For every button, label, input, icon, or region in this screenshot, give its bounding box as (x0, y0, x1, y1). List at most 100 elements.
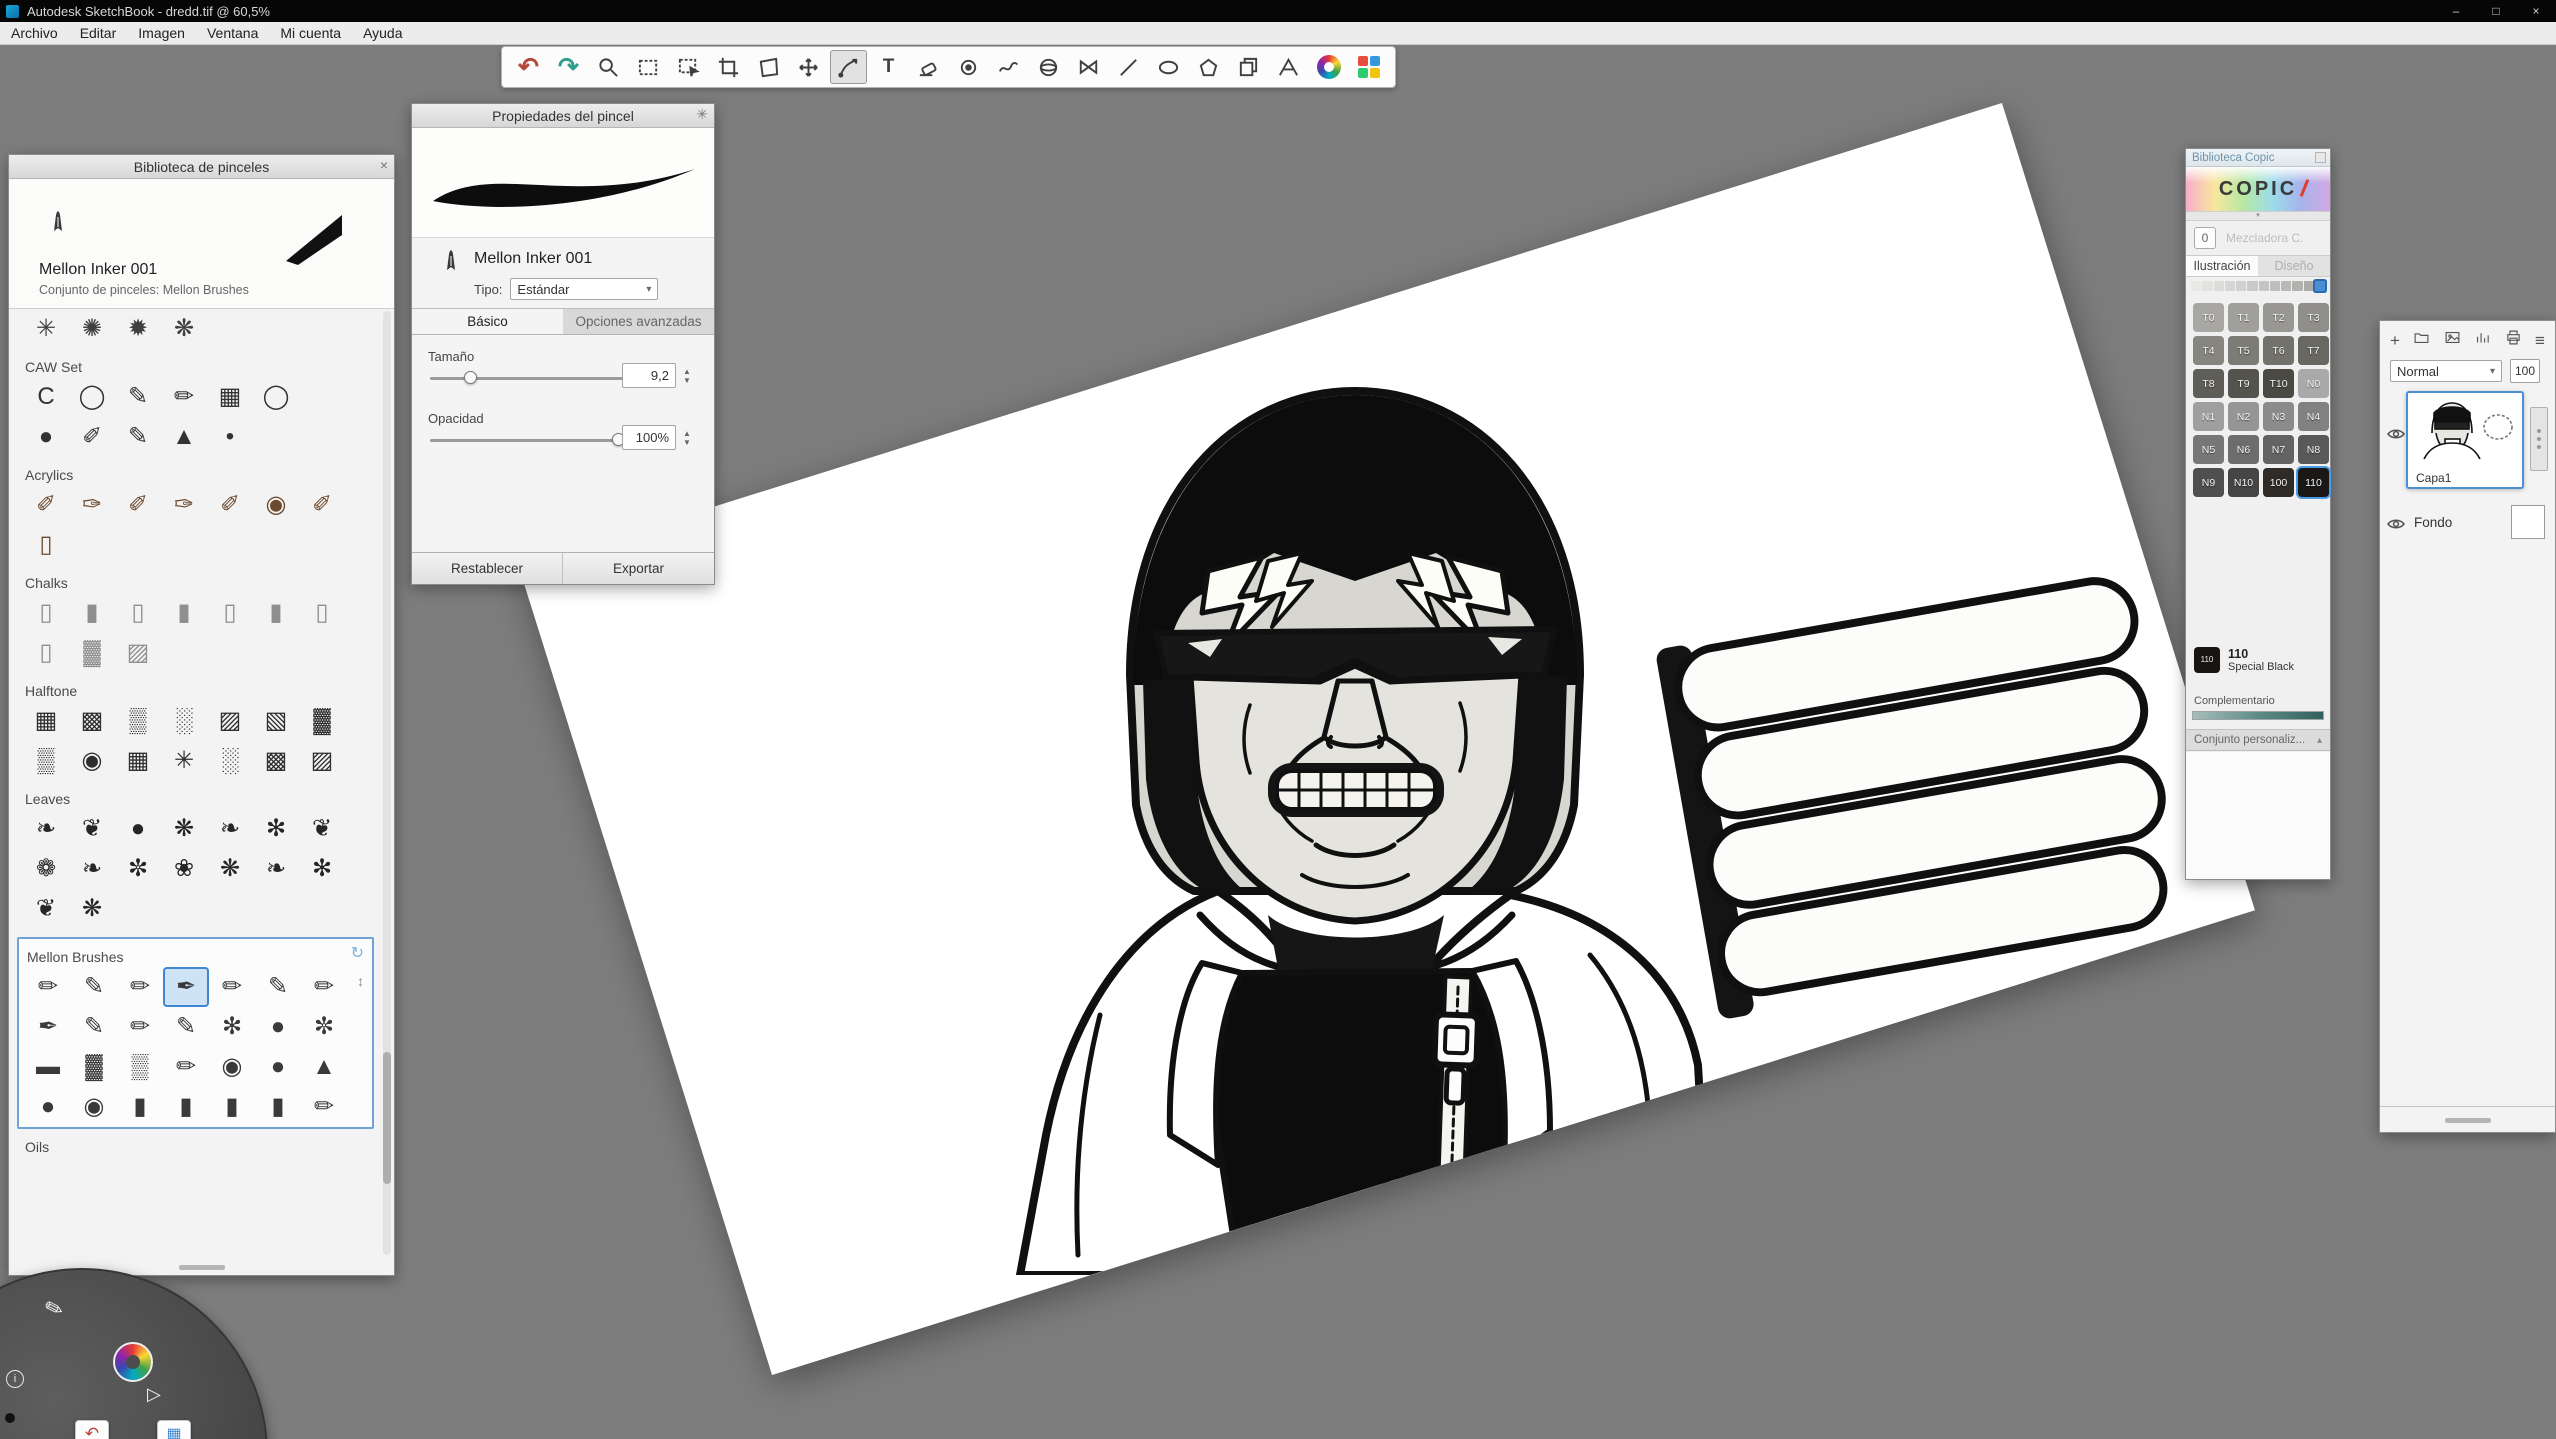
copic-swatch[interactable]: N1 (2193, 402, 2224, 431)
copic-swatch[interactable]: T1 (2228, 303, 2259, 332)
brush-icon[interactable]: ░ (161, 701, 207, 741)
menu-ventana[interactable]: Ventana (196, 22, 269, 44)
menu-mi-cuenta[interactable]: Mi cuenta (269, 22, 352, 44)
brush-icon[interactable]: ▮ (161, 593, 207, 633)
mini-swatch[interactable] (2247, 281, 2257, 291)
brush-icon[interactable]: ◉ (253, 485, 299, 525)
brush-icon[interactable]: ✑ (69, 485, 115, 525)
brush-icon[interactable]: ❦ (23, 889, 69, 929)
size-slider[interactable] (430, 377, 630, 380)
brush-icon[interactable]: ◯ (253, 377, 299, 417)
undo-icon[interactable]: ↶ (510, 50, 547, 84)
brush-icon[interactable]: ▓ (299, 701, 345, 741)
tab-basico[interactable]: Básico (412, 309, 563, 334)
info-icon[interactable]: i (6, 1370, 24, 1388)
mini-swatch[interactable] (2259, 281, 2269, 291)
copic-swatch[interactable]: N3 (2263, 402, 2294, 431)
brush-icon[interactable]: ❧ (23, 809, 69, 849)
custom-set-header[interactable]: Conjunto personaliz... ▴ (2186, 729, 2330, 751)
brush-icon[interactable]: ✐ (69, 417, 115, 457)
mixer-swatch[interactable]: 0 (2194, 227, 2216, 249)
copic-swatch[interactable]: N9 (2193, 468, 2224, 497)
brush-icon[interactable]: ✹ (115, 309, 161, 349)
mini-swatch[interactable] (2191, 281, 2201, 291)
layer-row-capa1[interactable]: Capa1 (2380, 391, 2555, 501)
copic-swatches-icon[interactable] (1350, 50, 1387, 84)
brush-icon[interactable]: ✏ (301, 1087, 347, 1127)
menu-archivo[interactable]: Archivo (0, 22, 69, 44)
mini-swatch[interactable] (2236, 281, 2246, 291)
layer-thumbnail-capa1[interactable]: Capa1 (2406, 391, 2524, 489)
undo-button[interactable]: ↶ (75, 1420, 109, 1439)
brush-icon[interactable]: ✑ (161, 485, 207, 525)
opacity-slider[interactable] (430, 439, 630, 442)
layer-options-handle[interactable] (2530, 407, 2548, 471)
panel-resize-handle[interactable] (2445, 1118, 2491, 1123)
brush-icon[interactable]: ✏ (163, 1047, 209, 1087)
mini-swatch[interactable] (2214, 281, 2224, 291)
brush-icon[interactable]: ❋ (207, 849, 253, 889)
brush-icon[interactable]: ▦ (23, 701, 69, 741)
brush-icon[interactable]: ▨ (299, 741, 345, 781)
brush-icon[interactable]: ▯ (115, 593, 161, 633)
brush-icon[interactable]: ✎ (41, 1294, 67, 1324)
maximize-button[interactable]: □ (2476, 0, 2516, 22)
brush-icon[interactable]: ▒ (117, 1047, 163, 1087)
distort-icon[interactable] (750, 50, 787, 84)
settings-icon[interactable]: ✳ (696, 106, 708, 123)
copic-swatch[interactable]: N10 (2228, 468, 2259, 497)
brush-icon[interactable]: ● (23, 417, 69, 457)
copic-swatch[interactable]: T3 (2298, 303, 2329, 332)
brush-icon[interactable]: ▦ (115, 741, 161, 781)
brush-icon[interactable]: ▓ (71, 1047, 117, 1087)
mini-swatch[interactable] (2292, 281, 2302, 291)
drawing-canvas[interactable] (519, 103, 2255, 1375)
ellipse-tool-icon[interactable] (1150, 50, 1187, 84)
tab-opciones-avanzadas[interactable]: Opciones avanzadas (563, 309, 714, 334)
copic-swatch[interactable]: T6 (2263, 336, 2294, 365)
brush-icon[interactable]: ▬ (25, 1047, 71, 1087)
brush-icon[interactable]: C (23, 377, 69, 417)
brush-icon[interactable]: ▮ (163, 1087, 209, 1127)
brush-icon[interactable]: ✐ (115, 485, 161, 525)
mini-swatch[interactable] (2281, 281, 2291, 291)
brush-icon[interactable]: ▯ (23, 593, 69, 633)
brush-icon[interactable]: ✳ (161, 741, 207, 781)
chart-icon[interactable] (2474, 329, 2491, 351)
color-wheel-icon[interactable] (1310, 50, 1347, 84)
copic-header[interactable]: Biblioteca Copic (2186, 149, 2330, 167)
brush-icon[interactable]: ✻ (253, 809, 299, 849)
line-tool-icon[interactable] (1110, 50, 1147, 84)
brush-icon[interactable]: ▮ (117, 1087, 163, 1127)
copic-swatch[interactable]: 100 (2263, 468, 2294, 497)
copic-swatch[interactable]: N4 (2298, 402, 2329, 431)
brush-icon[interactable]: ▯ (299, 593, 345, 633)
brush-icon[interactable]: ❦ (69, 809, 115, 849)
zoom-icon[interactable] (590, 50, 627, 84)
lasso-select-icon[interactable] (670, 50, 707, 84)
brush-icon[interactable]: ▲ (161, 417, 207, 457)
brush-icon[interactable]: ❧ (69, 849, 115, 889)
brush-icon[interactable]: ● (255, 1047, 301, 1087)
brush-icon[interactable]: ▩ (253, 741, 299, 781)
printer-icon[interactable] (2505, 329, 2522, 351)
brush-icon[interactable]: ◉ (71, 1087, 117, 1127)
copic-swatch[interactable]: T2 (2263, 303, 2294, 332)
menu-imagen[interactable]: Imagen (127, 22, 196, 44)
grid-button[interactable]: ▦ (157, 1420, 191, 1439)
scrollbar[interactable] (383, 311, 391, 1255)
brush-icon[interactable]: ▮ (255, 1087, 301, 1127)
brush-icon[interactable]: ❋ (69, 889, 115, 929)
copic-swatch[interactable]: N0 (2298, 369, 2329, 398)
blend-mode-dropdown[interactable]: Normal ▾ (2390, 360, 2502, 382)
brush-library-header[interactable]: Biblioteca de pinceles × (9, 155, 394, 179)
brush-icon[interactable]: ✐ (23, 485, 69, 525)
brush-icon[interactable]: ▨ (207, 701, 253, 741)
brush-icon[interactable]: ✎ (115, 377, 161, 417)
brush-icon[interactable]: ✒ (163, 967, 209, 1007)
tab-ilustracion[interactable]: Ilustración (2186, 256, 2258, 276)
mini-swatch[interactable] (2315, 281, 2325, 291)
size-slider-thumb[interactable] (464, 371, 477, 384)
folder-icon[interactable] (2413, 329, 2430, 351)
color-wheel-icon[interactable] (113, 1342, 153, 1382)
